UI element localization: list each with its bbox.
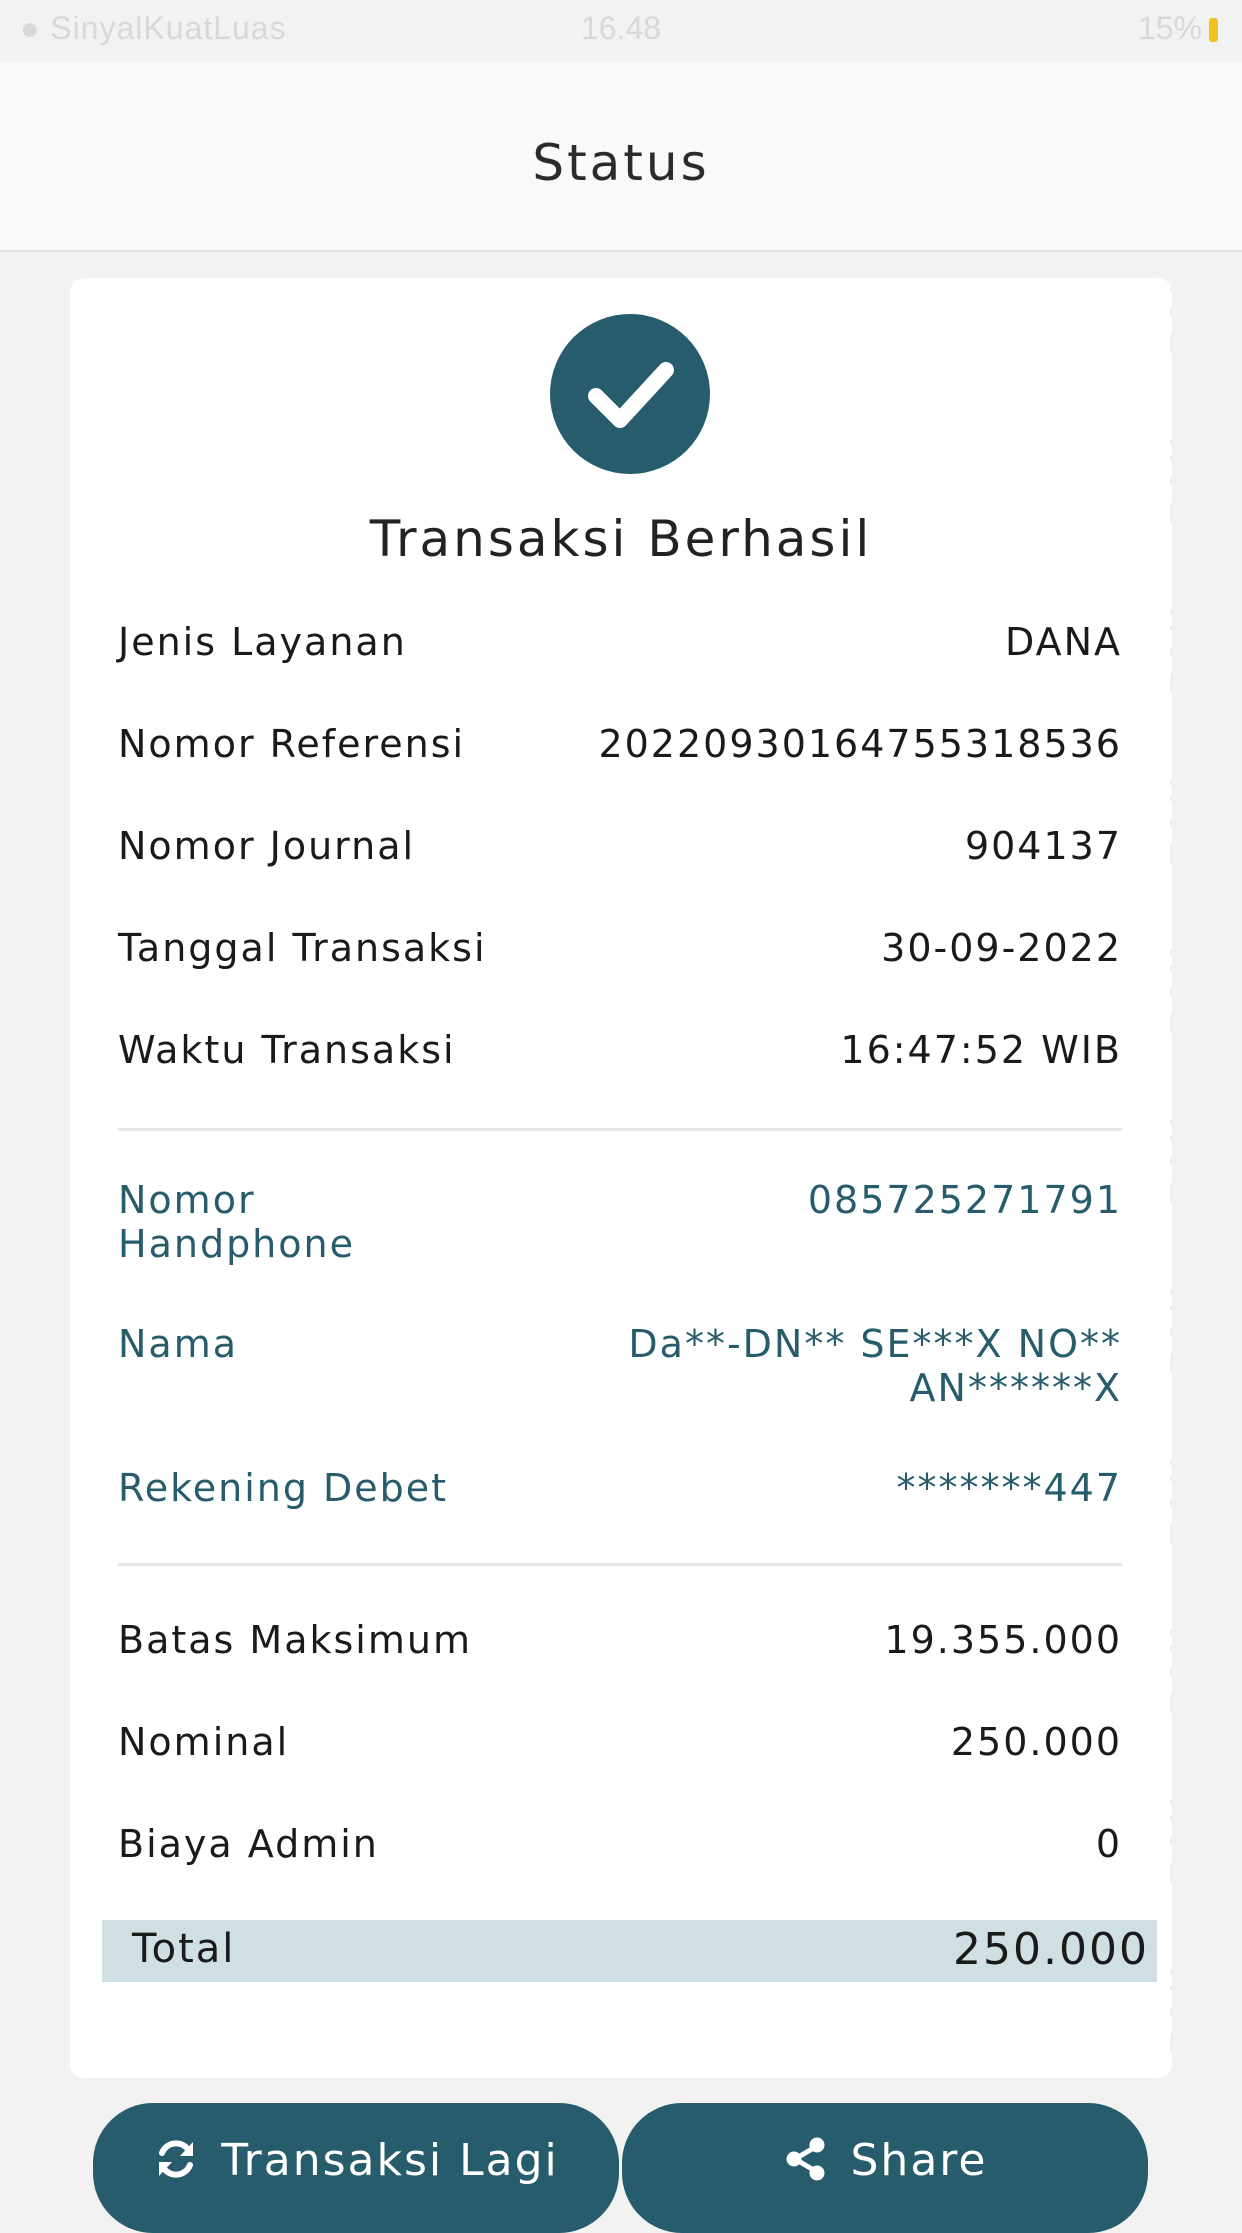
total-value: 250.000 <box>953 1924 1149 1975</box>
detail-value: DANA <box>1004 620 1122 664</box>
share-button[interactable]: Share <box>622 2103 1148 2233</box>
amount-label: Biaya Admin <box>118 1822 379 1866</box>
share-label: Share <box>850 2135 988 2186</box>
watermark-text: BNI <box>1160 1285 1172 1378</box>
amount-value: 0 <box>1095 1822 1122 1866</box>
page-title: Status <box>532 134 710 192</box>
detail-value: 904137 <box>964 824 1122 868</box>
success-check-icon <box>550 314 710 474</box>
detail-value: 20220930164755318536 <box>598 722 1122 766</box>
phone-label-line1: Nomor <box>118 1178 256 1222</box>
amount-value: 19.355.000 <box>884 1618 1122 1662</box>
watermark-text: BNI <box>1160 945 1172 1038</box>
watermark-text: BNI <box>1160 1625 1172 1718</box>
amount-value: 250.000 <box>950 1720 1122 1764</box>
detail-row-name: Nama Da**-DN** SE***X NO** AN******X <box>118 1322 1122 1422</box>
detail-row-phone: Nomor Handphone 085725271791 <box>118 1178 1122 1278</box>
watermark-text: BNI <box>1160 278 1172 358</box>
section-divider <box>118 1128 1122 1131</box>
receipt-card: BNI BNI BNI BNI BNI BNI BNI BNI BNI BNI BNI Transa… <box>70 278 1172 2078</box>
watermark-text: BNI <box>1160 775 1172 868</box>
phone-value: 085725271791 <box>807 1178 1122 1222</box>
amount-label: Nominal <box>118 1720 290 1764</box>
detail-label: Waktu Transaksi <box>118 1028 456 1072</box>
detail-label: Nomor Referensi <box>118 722 466 766</box>
detail-value: 16:47:52 WIB <box>840 1028 1122 1072</box>
battery-percent: 15% <box>1137 10 1202 46</box>
section-divider <box>118 1563 1122 1566</box>
name-value-line2: AN******X <box>909 1366 1122 1410</box>
clock: 16.48 <box>580 10 662 46</box>
watermark-text: BNI <box>1160 1455 1172 1548</box>
transaksi-lagi-label: Transaksi Lagi <box>221 2135 559 2186</box>
share-icon <box>786 2137 824 2181</box>
watermark-text: BNI <box>1160 1965 1172 2058</box>
phone-label: Nomor Handphone <box>118 1178 355 1266</box>
watermark-text: BNI <box>1160 1795 1172 1888</box>
total-label: Total <box>132 1926 236 1972</box>
amount-label: Batas Maksimum <box>118 1618 472 1662</box>
name-value-line1: Da**-DN** SE***X NO** <box>628 1322 1122 1366</box>
detail-label: Tanggal Transaksi <box>118 926 487 970</box>
watermark-text: BNI <box>1160 1115 1172 1208</box>
phone-label-line2: Handphone <box>118 1222 355 1266</box>
transaksi-lagi-button[interactable]: Transaksi Lagi <box>93 2103 619 2233</box>
account-label: Rekening Debet <box>118 1466 449 1510</box>
watermark-text: BNI <box>1160 605 1172 698</box>
detail-label: Nomor Journal <box>118 824 416 868</box>
detail-value: 30-09-2022 <box>881 926 1122 970</box>
battery-icon <box>1209 18 1218 42</box>
transaction-status-title: Transaksi Berhasil <box>369 510 873 568</box>
app-header: Status <box>0 62 1242 252</box>
total-row: Total 250.000 <box>102 1920 1157 1982</box>
detail-label: Jenis Layanan <box>118 620 407 664</box>
refresh-icon <box>159 2140 194 2178</box>
account-value: *******447 <box>896 1466 1122 1510</box>
name-label: Nama <box>118 1322 239 1366</box>
name-value: Da**-DN** SE***X NO** AN******X <box>628 1322 1122 1410</box>
status-bar: ● SinyalKuatLuas 16.48 15% <box>0 0 1242 62</box>
